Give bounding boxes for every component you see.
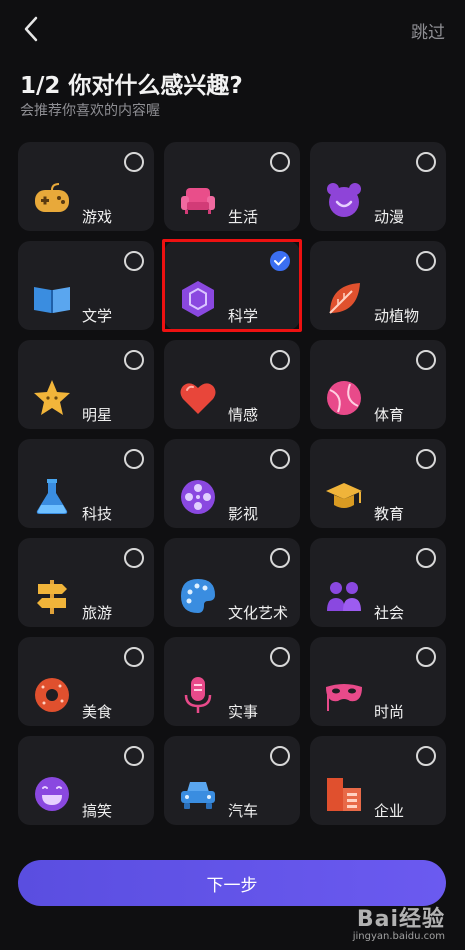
unchecked-circle-icon[interactable] [270, 152, 290, 172]
interest-label: 搞笑 [82, 802, 113, 820]
interest-card[interactable]: 生活 [164, 142, 300, 231]
interest-card[interactable]: 美食 [18, 637, 154, 726]
interest-card[interactable]: 动漫 [310, 142, 446, 231]
interest-label: 美食 [82, 703, 113, 721]
chevron-left-icon [24, 16, 38, 42]
interest-card[interactable]: 教育 [310, 439, 446, 528]
interest-card[interactable]: 汽车 [164, 736, 300, 825]
watermark: Bai经验 jingyan.baidu.com [353, 901, 445, 942]
interest-label: 明星 [82, 406, 113, 424]
sofa-icon [178, 180, 218, 220]
unchecked-circle-icon[interactable] [270, 449, 290, 469]
interest-label: 生活 [228, 208, 259, 226]
watermark-url: jingyan.baidu.com [352, 931, 445, 942]
interest-card[interactable]: 企业 [310, 736, 446, 825]
interest-label: 体育 [374, 406, 405, 424]
page-title: 1/2 你对什么感兴趣? [20, 73, 243, 99]
unchecked-circle-icon[interactable] [416, 251, 436, 271]
top-bar: 跳过 [0, 0, 465, 60]
donut-icon [32, 675, 72, 715]
interest-label: 影视 [228, 505, 259, 523]
interest-label: 汽车 [228, 802, 259, 820]
unchecked-circle-icon[interactable] [124, 449, 144, 469]
back-button[interactable] [18, 16, 44, 42]
interest-card[interactable]: 影视 [164, 439, 300, 528]
unchecked-circle-icon[interactable] [416, 449, 436, 469]
unchecked-circle-icon[interactable] [270, 548, 290, 568]
next-step-button[interactable]: 下一步 [18, 860, 446, 906]
unchecked-circle-icon[interactable] [270, 647, 290, 667]
flask-icon [32, 477, 72, 517]
interest-card[interactable]: 动植物 [310, 241, 446, 330]
unchecked-circle-icon[interactable] [416, 746, 436, 766]
interest-label: 旅游 [82, 604, 113, 622]
star-icon [32, 378, 72, 418]
interest-card[interactable]: 游戏 [18, 142, 154, 231]
car-icon [178, 774, 218, 814]
open-book-icon [32, 279, 72, 319]
laughing-face-icon [32, 774, 72, 814]
interest-card[interactable]: 社会 [310, 538, 446, 627]
unchecked-circle-icon[interactable] [124, 152, 144, 172]
interest-card[interactable]: 情感 [164, 340, 300, 429]
film-reel-icon [178, 477, 218, 517]
interest-label: 游戏 [82, 208, 113, 226]
unchecked-circle-icon[interactable] [124, 746, 144, 766]
interest-card[interactable]: 时尚 [310, 637, 446, 726]
interest-label: 科学 [228, 307, 259, 325]
unchecked-circle-icon[interactable] [416, 548, 436, 568]
unchecked-circle-icon[interactable] [270, 746, 290, 766]
gamepad-icon [32, 180, 72, 220]
unchecked-circle-icon[interactable] [416, 350, 436, 370]
interest-card[interactable]: 实事 [164, 637, 300, 726]
interest-label: 文学 [82, 307, 113, 325]
interest-card[interactable]: 明星 [18, 340, 154, 429]
interest-label: 时尚 [374, 703, 405, 721]
interest-card[interactable]: 体育 [310, 340, 446, 429]
ball-icon [324, 378, 364, 418]
bear-face-icon [324, 180, 364, 220]
interest-card[interactable]: 旅游 [18, 538, 154, 627]
interest-card[interactable]: 搞笑 [18, 736, 154, 825]
unchecked-circle-icon[interactable] [124, 548, 144, 568]
watermark-brand: Bai经验 [356, 907, 445, 932]
interest-card[interactable]: 科学 [162, 239, 302, 332]
signpost-icon [32, 576, 72, 616]
building-icon [324, 774, 364, 814]
skip-button[interactable]: 跳过 [411, 18, 445, 43]
checked-circle-icon[interactable] [270, 251, 290, 271]
unchecked-circle-icon[interactable] [124, 251, 144, 271]
heart-icon [178, 378, 218, 418]
people-icon [324, 576, 364, 616]
hexagon-molecule-icon [178, 279, 218, 319]
page-subtitle: 会推荐你喜欢的内容喔 [20, 103, 160, 119]
mask-icon [324, 675, 364, 715]
microphone-icon [178, 675, 218, 715]
interest-label: 企业 [374, 802, 405, 820]
unchecked-circle-icon[interactable] [416, 647, 436, 667]
graduation-cap-icon [324, 477, 364, 517]
interest-grid: 游戏 生活 动漫文学 科学 动植物明星 情感 体育科技 影视 教育旅游 文化艺术 社会美食 实事 时尚搞… [18, 142, 446, 825]
interest-label: 动植物 [374, 307, 420, 325]
interest-label: 情感 [228, 406, 259, 424]
interest-label: 动漫 [374, 208, 405, 226]
unchecked-circle-icon[interactable] [124, 647, 144, 667]
interest-label: 文化艺术 [228, 604, 289, 622]
interest-card[interactable]: 文学 [18, 241, 154, 330]
interest-card[interactable]: 科技 [18, 439, 154, 528]
unchecked-circle-icon[interactable] [270, 350, 290, 370]
palette-icon [178, 576, 218, 616]
interest-label: 教育 [374, 505, 405, 523]
leaf-icon [324, 279, 364, 319]
unchecked-circle-icon[interactable] [124, 350, 144, 370]
interest-card[interactable]: 文化艺术 [164, 538, 300, 627]
unchecked-circle-icon[interactable] [416, 152, 436, 172]
interest-label: 实事 [228, 703, 259, 721]
interest-label: 科技 [82, 505, 113, 523]
interest-label: 社会 [374, 604, 405, 622]
